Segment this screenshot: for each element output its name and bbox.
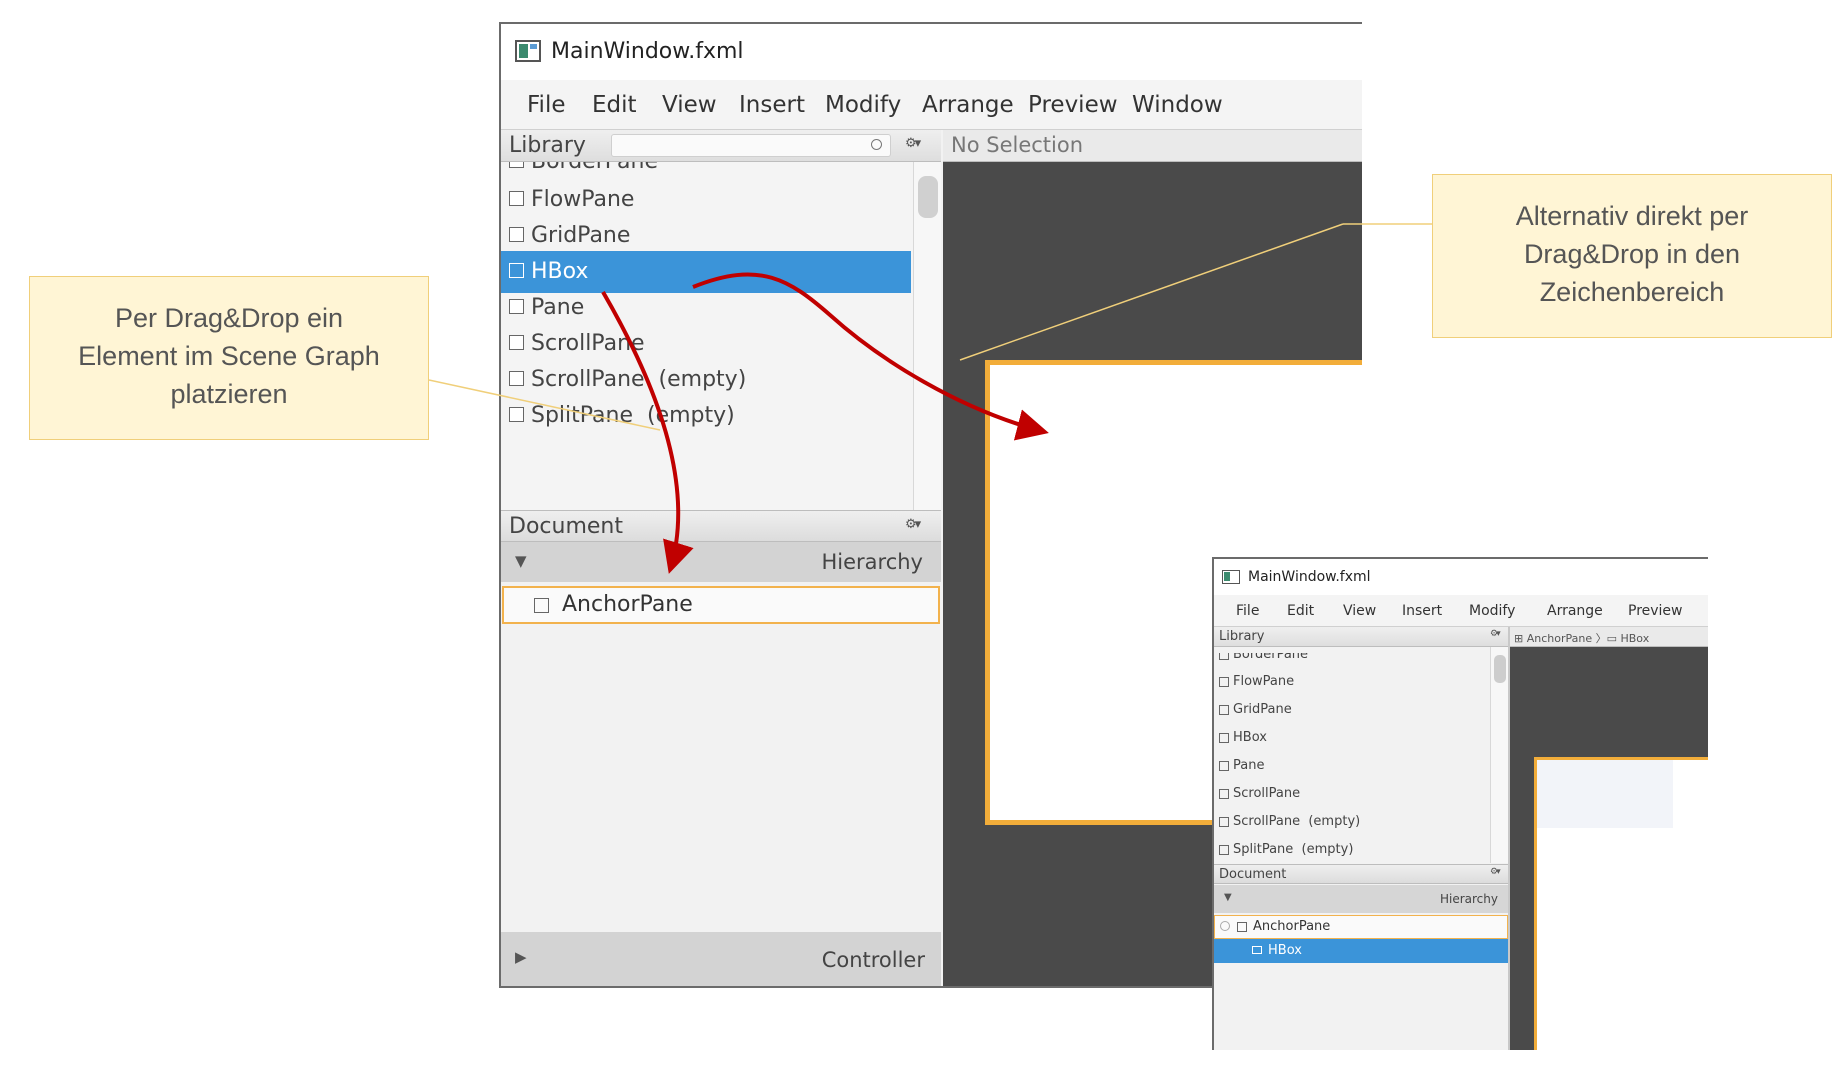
leader-line-right-diagonal	[959, 223, 1344, 361]
drag-arrow-to-canvas	[692, 272, 1049, 441]
drag-arrow-to-hierarchy	[601, 290, 694, 574]
leader-line-left	[428, 379, 661, 431]
annotation-overlay	[428, 223, 1432, 574]
